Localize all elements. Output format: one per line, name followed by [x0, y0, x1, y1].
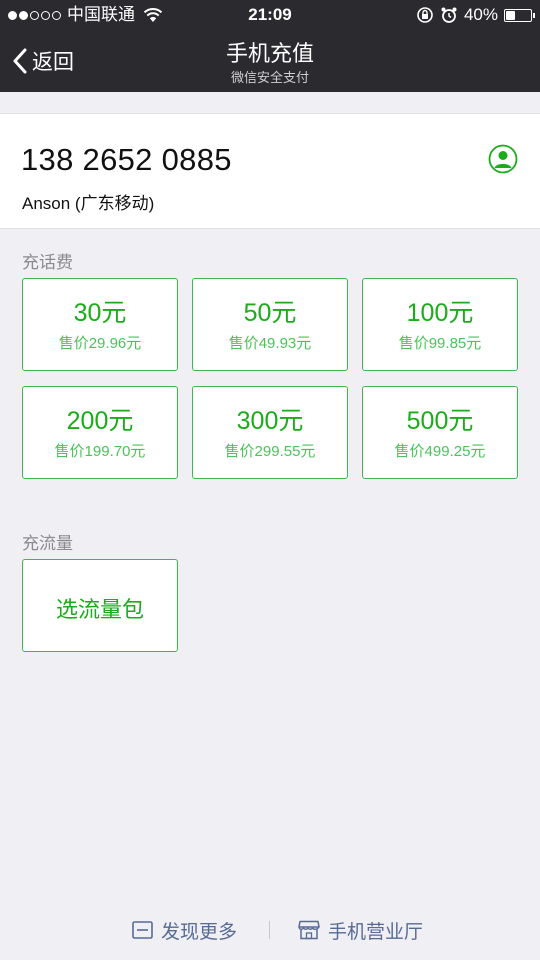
mobile-hall-label: 手机营业厅: [328, 921, 424, 943]
battery-level: [506, 10, 515, 20]
discover-more-link[interactable]: 发现更多: [132, 913, 237, 947]
option-price: 售价29.96元: [58, 335, 142, 352]
person-circle-icon[interactable]: [488, 144, 518, 174]
mobile-hall-link[interactable]: 手机营业厅: [298, 913, 423, 947]
recharge-option-500[interactable]: 500元 售价499.25元: [362, 386, 518, 479]
option-amount: 300元: [236, 407, 304, 435]
status-right: 40%: [416, 0, 535, 30]
option-price: 售价99.85元: [398, 335, 482, 352]
option-price: 售价299.55元: [224, 443, 316, 460]
option-price: 售价199.70元: [54, 443, 146, 460]
data-package-label: 选流量包: [55, 597, 144, 622]
option-amount: 50元: [243, 299, 297, 327]
page-title: 手机充值: [225, 41, 314, 66]
footer: 发现更多 手机营业厅: [0, 913, 540, 947]
phone-number: 138 2652 0885: [21, 142, 232, 177]
option-amount: 100元: [406, 299, 474, 327]
option-price: 售价499.25元: [394, 443, 486, 460]
option-amount: 200元: [66, 407, 134, 435]
data-section-label: 充流量: [22, 534, 73, 553]
window-icon: [132, 921, 153, 939]
top-bar: 中国联通 21:09 40% 返回 手机充值 微信安全支付: [0, 0, 540, 92]
navigation-bar: 返回 手机充值 微信安全支付: [0, 30, 540, 92]
recharge-option-200[interactable]: 200元 售价199.70元: [22, 386, 178, 479]
option-price: 售价49.93元: [228, 335, 312, 352]
recharge-option-300[interactable]: 300元 售价299.55元: [192, 386, 348, 479]
phone-number-card[interactable]: 138 2652 0885 Anson (广东移动): [0, 113, 540, 229]
recharge-option-50[interactable]: 50元 售价49.93元: [192, 278, 348, 371]
option-amount: 500元: [406, 407, 474, 435]
battery-icon: [504, 8, 535, 22]
status-bar: 中国联通 21:09 40%: [0, 0, 540, 30]
page-subtitle: 微信安全支付: [230, 70, 309, 85]
recharge-option-100[interactable]: 100元 售价99.85元: [362, 278, 518, 371]
option-amount: 30元: [73, 299, 127, 327]
alarm-icon: [441, 7, 457, 23]
footer-divider: [269, 921, 270, 939]
phone-owner: Anson (广东移动): [22, 194, 155, 213]
battery-percent: 40%: [463, 5, 498, 24]
store-icon: [298, 920, 320, 940]
data-package-button[interactable]: 选流量包: [22, 559, 178, 652]
rotation-lock-icon: [417, 7, 433, 23]
recharge-option-30[interactable]: 30元 售价29.96元: [22, 278, 178, 371]
discover-more-label: 发现更多: [161, 921, 238, 943]
recharge-section-label: 充话费: [22, 253, 73, 272]
